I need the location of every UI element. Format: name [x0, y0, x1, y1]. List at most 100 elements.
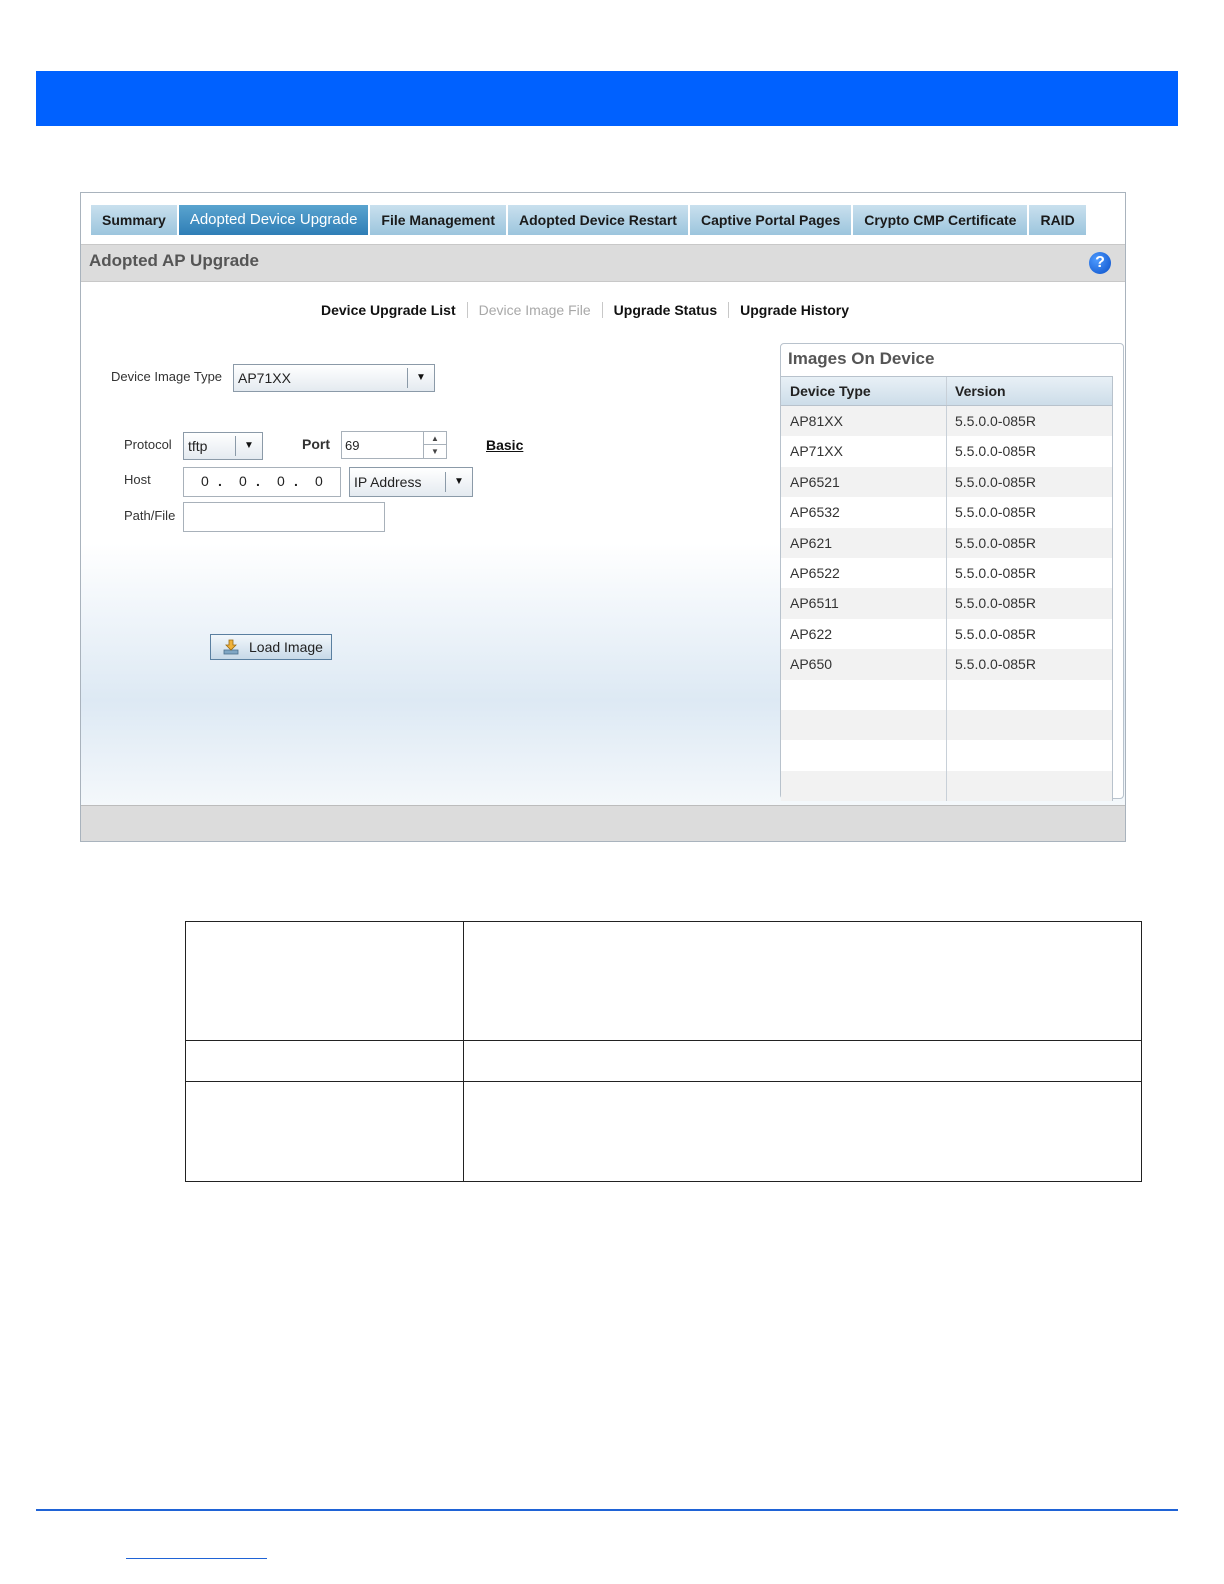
subnav-separator: [728, 302, 730, 318]
dropdown-arrow-icon: ▼: [407, 368, 434, 388]
load-image-label: Load Image: [249, 639, 323, 655]
ip-octet-4[interactable]: 0: [315, 473, 323, 489]
table-row[interactable]: [781, 709, 1112, 741]
protocol-value: tftp: [188, 438, 208, 454]
table-row[interactable]: AP6521 5.5.0.0-085R: [781, 466, 1112, 498]
version-cell: 5.5.0.0-085R: [955, 625, 1036, 642]
subnav-device-upgrade-list[interactable]: Device Upgrade List: [321, 302, 456, 318]
column-header-device-type[interactable]: Device Type: [781, 377, 947, 405]
version-cell: 5.5.0.0-085R: [955, 564, 1036, 581]
load-image-button[interactable]: Load Image: [210, 634, 332, 660]
table-row[interactable]: AP71XX 5.5.0.0-085R: [781, 436, 1112, 467]
help-icon[interactable]: ?: [1089, 252, 1111, 274]
subnav: Device Upgrade List Device Image File Up…: [321, 302, 849, 318]
path-file-label: Path/File: [124, 508, 176, 523]
subnav-upgrade-status[interactable]: Upgrade Status: [614, 302, 717, 318]
table-row[interactable]: AP650 5.5.0.0-085R: [781, 649, 1112, 680]
port-value: 69: [345, 438, 360, 453]
subnav-upgrade-history[interactable]: Upgrade History: [740, 302, 849, 318]
subnav-device-image-file: Device Image File: [478, 302, 591, 318]
table-row: [185, 1040, 1142, 1082]
spinner-icon[interactable]: ▲ ▼: [423, 432, 446, 458]
subnav-separator: [466, 302, 468, 318]
version-cell: 5.5.0.0-085R: [955, 595, 1036, 612]
footer-bar: [81, 805, 1125, 841]
download-icon: [223, 639, 239, 655]
table-body: AP81XX 5.5.0.0-085R AP71XX 5.5.0.0-085R AP65…: [781, 406, 1112, 802]
document-header-bar: [36, 71, 1178, 126]
device-type-cell: AP71XX: [781, 436, 947, 467]
table-cell: [185, 921, 464, 1041]
device-type-cell: AP6511: [781, 588, 947, 619]
footer-rule: [36, 1509, 1178, 1511]
table-cell: [185, 1040, 464, 1082]
spin-down-icon[interactable]: ▼: [424, 445, 446, 458]
version-cell: 5.5.0.0-085R: [955, 534, 1036, 551]
table-cell: [463, 921, 1142, 1041]
host-type-value: IP Address: [354, 474, 422, 490]
spin-up-icon[interactable]: ▲: [424, 432, 446, 445]
images-panel-title: Images On Device: [788, 349, 935, 368]
version-cell: 5.5.0.0-085R: [955, 656, 1036, 673]
protocol-label: Protocol: [124, 437, 172, 452]
version-cell: [947, 771, 1112, 801]
table-header: Device Type Version: [781, 376, 1112, 406]
tab-adopted-device-restart[interactable]: Adopted Device Restart: [508, 205, 690, 235]
device-type-cell: [781, 740, 947, 771]
device-type-cell: AP6522: [781, 557, 947, 589]
device-type-cell: AP621: [781, 527, 947, 558]
ip-dot: .: [294, 473, 298, 489]
host-ip-input[interactable]: 0 . 0 . 0 . 0: [183, 467, 341, 497]
ip-octet-1[interactable]: 0: [201, 473, 209, 489]
protocol-select[interactable]: tftp ▼: [183, 432, 263, 460]
description-table: [185, 921, 1142, 1182]
device-type-cell: [781, 770, 947, 802]
column-header-version[interactable]: Version: [947, 377, 1112, 405]
tab-captive-portal-pages[interactable]: Captive Portal Pages: [689, 205, 854, 235]
app-window: Summary Adopted Device Upgrade File Mana…: [80, 192, 1126, 842]
images-table: Device Type Version AP81XX 5.5.0.0-085R AP…: [781, 376, 1113, 802]
ip-dot: .: [256, 473, 260, 489]
version-cell: [947, 740, 1112, 770]
tab-summary[interactable]: Summary: [91, 205, 179, 235]
host-type-select[interactable]: IP Address ▼: [349, 467, 473, 497]
tab-adopted-device-upgrade[interactable]: Adopted Device Upgrade: [178, 205, 371, 235]
device-type-cell: [781, 709, 947, 741]
table-row: [185, 921, 1142, 1041]
port-input[interactable]: 69 ▲ ▼: [341, 431, 447, 459]
tab-file-management[interactable]: File Management: [370, 205, 509, 235]
tab-raid[interactable]: RAID: [1029, 205, 1088, 235]
device-type-cell: AP6521: [781, 466, 947, 498]
tab-strip: Summary Adopted Device Upgrade File Mana…: [91, 205, 1088, 235]
table-cell: [463, 1081, 1142, 1182]
table-cell: [463, 1040, 1142, 1082]
version-cell: [947, 680, 1112, 710]
version-cell: 5.5.0.0-085R: [955, 413, 1036, 429]
table-row[interactable]: [781, 770, 1112, 802]
tab-crypto-cmp-certificate[interactable]: Crypto CMP Certificate: [853, 205, 1030, 235]
table-cell: [185, 1081, 464, 1182]
table-row[interactable]: AP6522 5.5.0.0-085R: [781, 557, 1112, 589]
subnav-separator: [601, 302, 603, 318]
table-row[interactable]: AP81XX 5.5.0.0-085R: [781, 406, 1112, 437]
table-row[interactable]: AP622 5.5.0.0-085R: [781, 618, 1112, 650]
path-file-input[interactable]: [183, 502, 385, 532]
table-row: [185, 1081, 1142, 1182]
device-image-type-select[interactable]: AP71XX ▼: [233, 364, 435, 392]
device-image-type-label: Device Image Type: [111, 369, 223, 384]
images-on-device-panel: Images On Device Device Type Version AP8…: [780, 343, 1124, 802]
device-type-cell: AP622: [781, 618, 947, 650]
ip-octet-3[interactable]: 0: [277, 473, 285, 489]
device-type-cell: AP81XX: [781, 406, 947, 437]
table-row[interactable]: AP621 5.5.0.0-085R: [781, 527, 1112, 558]
device-type-cell: [781, 679, 947, 710]
footer-underline: [126, 1558, 267, 1559]
table-row[interactable]: AP6532 5.5.0.0-085R: [781, 497, 1112, 528]
page-title: Adopted AP Upgrade: [89, 251, 260, 270]
ip-octet-2[interactable]: 0: [239, 473, 247, 489]
table-row[interactable]: [781, 679, 1112, 710]
device-image-type-value: AP71XX: [238, 370, 291, 386]
basic-link[interactable]: Basic: [486, 437, 523, 453]
table-row[interactable]: AP6511 5.5.0.0-085R: [781, 588, 1112, 619]
table-row[interactable]: [781, 740, 1112, 771]
